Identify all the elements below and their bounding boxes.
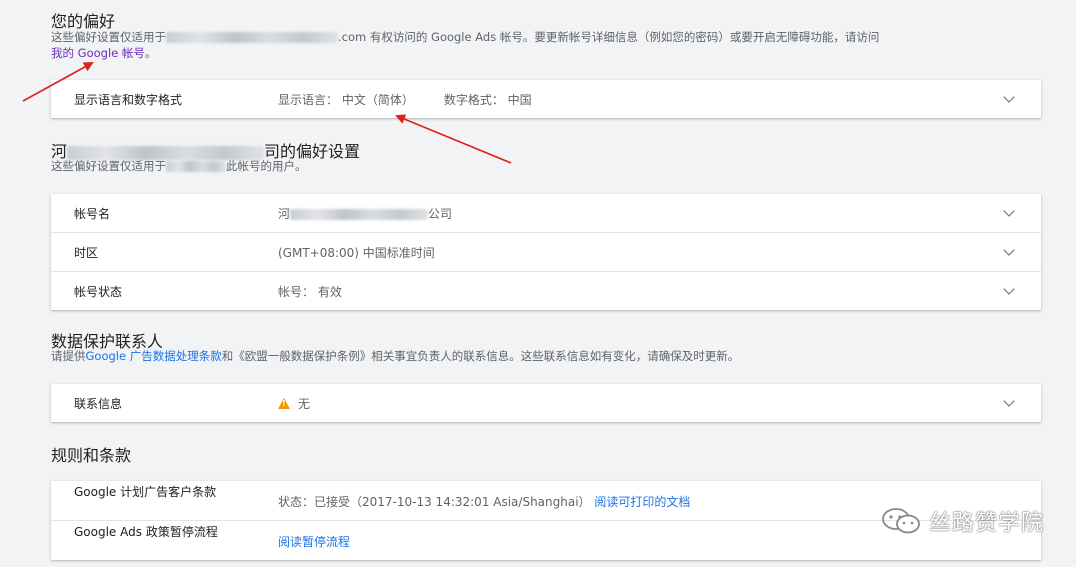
arrow-to-language (395, 114, 512, 164)
language-format-label: 显示语言和数字格式 (74, 92, 183, 107)
contact-info-row[interactable]: 联系信息 无 (51, 384, 1041, 422)
printable-document-link[interactable]: 阅读可打印的文档 (594, 495, 690, 509)
prefs-desc-prefix: 这些偏好设置仅适用于 (51, 30, 166, 44)
account-name-label: 帐号名 (74, 206, 111, 221)
wechat-icon (882, 508, 920, 534)
chevron-down-icon[interactable] (1003, 395, 1015, 407)
policy-suspension-value: 阅读暂停流程 (278, 533, 350, 550)
policy-suspension-label: Google Ads 政策暂停流程 (74, 525, 218, 539)
prefs-desc-suffix: .com 有权访问的 Google Ads 帐号。要更新帐号详细信息（例如您的密… (338, 30, 880, 44)
contact-info-card: 联系信息 无 (51, 384, 1041, 422)
account-status-value: 帐号： 有效 (278, 284, 342, 299)
advertiser-terms-status: 状态：已接受（2017-10-13 14:32:01 Asia/Shanghai… (278, 495, 591, 509)
account-status-label: 帐号状态 (74, 284, 123, 299)
watermark: 丝路赞学院 (881, 505, 1044, 537)
prefs-description-line2: 我的 Google 帐号。 (51, 46, 157, 60)
data-protection-description: 请提供Google 广告数据处理条款和《欧盟一般数据保护条例》相关事宜负责人的联… (51, 349, 740, 363)
chevron-down-icon[interactable] (1003, 205, 1015, 217)
read-suspension-process-link[interactable]: 阅读暂停流程 (278, 535, 350, 549)
redacted-account-name (290, 208, 429, 220)
time-zone-label: 时区 (74, 245, 99, 260)
number-format-value: 数字格式： 中国 (443, 92, 532, 107)
chevron-down-icon[interactable] (1003, 283, 1015, 295)
account-status-row[interactable]: 帐号状态 帐号： 有效 (51, 272, 1041, 310)
advertiser-terms-value: 状态：已接受（2017-10-13 14:32:01 Asia/Shanghai… (278, 493, 690, 510)
redacted-text (166, 161, 226, 172)
warning-icon (278, 397, 290, 409)
language-format-card: 显示语言和数字格式 显示语言： 中文（简体） 数字格式： 中国 (51, 80, 1041, 118)
account-name-value: 河公司 (278, 206, 453, 221)
chevron-down-icon[interactable] (1003, 244, 1015, 256)
contact-info-label: 联系信息 (74, 396, 123, 411)
contact-info-value: 无 (278, 395, 310, 412)
prefs-description: 这些偏好设置仅适用于 .com 有权访问的 Google Ads 帐号。要更新帐号… (51, 29, 879, 45)
language-format-row[interactable]: 显示语言和数字格式 显示语言： 中文（简体） 数字格式： 中国 (51, 80, 1041, 118)
advertiser-terms-label: Google 计划广告客户条款 (74, 485, 217, 499)
account-name-row[interactable]: 帐号名 河公司 (51, 194, 1041, 233)
display-language-value: 显示语言： 中文（简体） (278, 92, 414, 107)
redacted-email (166, 32, 338, 43)
my-google-account-link[interactable]: 我的 Google 帐号 (51, 46, 145, 60)
language-format-value: 显示语言： 中文（简体） 数字格式： 中国 (278, 91, 532, 108)
time-zone-value: (GMT+08:00) 中国标准时间 (278, 245, 435, 260)
data-processing-terms-link[interactable]: Google 广告数据处理条款 (86, 349, 222, 363)
watermark-text: 丝路赞学院 (928, 511, 1044, 536)
time-zone-row[interactable]: 时区 (GMT+08:00) 中国标准时间 (51, 233, 1041, 272)
account-settings-card: 帐号名 河公司 时区 (GMT+08:00) 中国标准时间 帐号状态 帐号： 有… (51, 194, 1041, 310)
chevron-down-icon[interactable] (1003, 91, 1015, 103)
terms-title: 规则和条款 (51, 446, 132, 465)
company-prefs-description: 这些偏好设置仅适用于 此帐号的用户。 (51, 159, 307, 173)
